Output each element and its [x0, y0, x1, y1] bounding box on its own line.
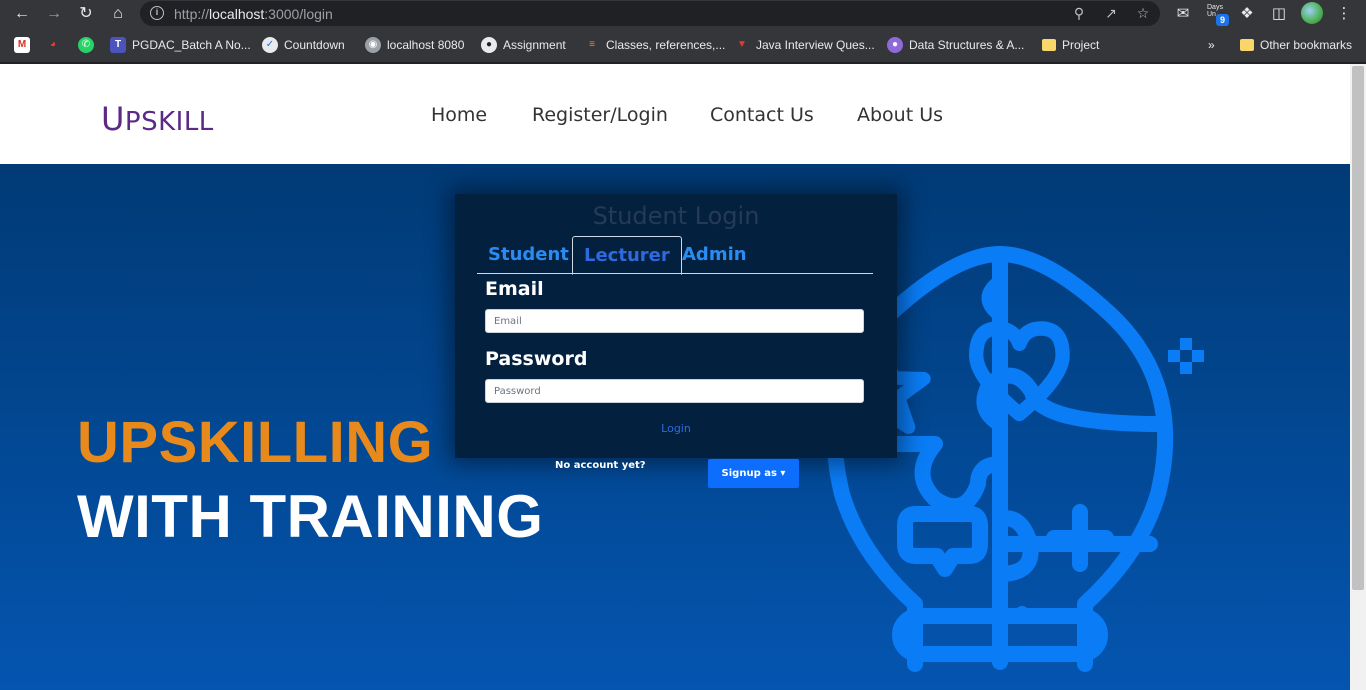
- teams-icon: T: [110, 37, 126, 53]
- bookmark-pgdac[interactable]: T PGDAC_Batch A No...: [110, 36, 251, 54]
- bookmark-speed[interactable]: ◕: [45, 36, 61, 54]
- nav-home[interactable]: Home: [431, 104, 487, 126]
- nav-register-login[interactable]: Register/Login: [532, 104, 668, 126]
- days-badge: 9: [1216, 14, 1229, 26]
- password-field[interactable]: [485, 379, 864, 403]
- bookmark-assignment[interactable]: ● Assignment: [481, 36, 566, 54]
- site-navbar: UPSKILL Home Register/Login Contact Us A…: [0, 64, 1350, 164]
- address-bar[interactable]: i http://localhost:3000/login ⚲ ↗ ☆: [140, 1, 1160, 26]
- java-icon: ▼: [734, 37, 750, 53]
- email-label: Email: [485, 278, 544, 300]
- site-info-icon[interactable]: i: [150, 6, 164, 20]
- bookmarks-bar: M ◕ ✆ T PGDAC_Batch A No... ✓ Countdown ◉ l…: [0, 28, 1366, 63]
- bookmark-star-icon[interactable]: ☆: [1134, 4, 1152, 22]
- login-card: Student Login Student Lecturer Admin Ema…: [455, 194, 897, 458]
- scrollbar-thumb[interactable]: [1352, 66, 1364, 590]
- bookmark-other[interactable]: Other bookmarks: [1240, 36, 1352, 54]
- extensions-puzzle-icon[interactable]: ❖: [1236, 3, 1258, 25]
- gmail-icon: M: [14, 37, 30, 53]
- no-account-text: No account yet?: [555, 460, 646, 471]
- page-scrollbar[interactable]: [1350, 64, 1366, 690]
- folder-icon: [1240, 39, 1254, 51]
- bookmark-project[interactable]: Project: [1042, 36, 1099, 54]
- bookmark-classes[interactable]: ≡ Classes, references,...: [584, 36, 725, 54]
- menu-kebab-icon[interactable]: ⋮: [1333, 3, 1355, 25]
- profile-avatar[interactable]: [1301, 2, 1323, 24]
- side-panel-icon[interactable]: ◫: [1268, 3, 1290, 25]
- mail-extension-icon[interactable]: ✉: [1172, 3, 1194, 25]
- nav-contact-us[interactable]: Contact Us: [710, 104, 814, 126]
- speedometer-icon: ◕: [45, 37, 61, 53]
- hero-title-with-training: WITH TRAINING: [77, 483, 544, 550]
- bookmark-localhost[interactable]: ◉ localhost 8080: [365, 36, 464, 54]
- bookmarks-overflow-button[interactable]: »: [1208, 36, 1215, 54]
- hero-section: UPSKILLING WITH TRAINING Student Login S…: [0, 164, 1350, 690]
- login-title: Student Login: [592, 202, 760, 230]
- zoom-icon[interactable]: ⚲: [1070, 4, 1088, 22]
- caret-down-icon: ▾: [780, 468, 786, 479]
- forward-icon[interactable]: →: [42, 2, 66, 26]
- url-text[interactable]: http://localhost:3000/login: [174, 6, 333, 22]
- nav-about-us[interactable]: About Us: [857, 104, 943, 126]
- days-until-extension-icon[interactable]: Days Un 9: [1206, 3, 1229, 26]
- tab-student[interactable]: Student: [477, 236, 580, 274]
- bookmark-java[interactable]: ▼ Java Interview Ques...: [734, 36, 875, 54]
- countdown-icon: ✓: [262, 37, 278, 53]
- browser-toolbar: ← → ↻ ⌂ i http://localhost:3000/login ⚲ …: [0, 0, 1366, 28]
- share-icon[interactable]: ↗: [1102, 4, 1120, 22]
- login-role-tabs: Student Lecturer Admin: [477, 236, 873, 275]
- brand-logo[interactable]: UPSKILL: [101, 100, 214, 138]
- bookmark-whatsapp[interactable]: ✆: [78, 36, 94, 54]
- tab-admin[interactable]: Admin: [671, 236, 758, 274]
- bookmark-ds[interactable]: ● Data Structures & A...: [887, 36, 1024, 54]
- hero-title-upskilling: UPSKILLING: [77, 410, 434, 475]
- ds-icon: ●: [887, 37, 903, 53]
- signup-as-dropdown-button[interactable]: Signup as ▾: [708, 459, 799, 488]
- password-label: Password: [485, 348, 588, 370]
- whatsapp-icon: ✆: [78, 37, 94, 53]
- email-field[interactable]: [485, 309, 864, 333]
- tab-lecturer[interactable]: Lecturer: [572, 236, 682, 275]
- reload-icon[interactable]: ↻: [74, 2, 98, 26]
- bookmark-gmail[interactable]: M: [14, 36, 30, 54]
- back-icon[interactable]: ←: [10, 2, 34, 26]
- login-button[interactable]: Login: [455, 422, 897, 435]
- globe-icon: ◉: [365, 37, 381, 53]
- stackoverflow-icon: ≡: [584, 37, 600, 53]
- home-icon[interactable]: ⌂: [106, 2, 130, 26]
- github-icon: ●: [481, 37, 497, 53]
- bookmark-countdown[interactable]: ✓ Countdown: [262, 36, 345, 54]
- web-page: UPSKILL Home Register/Login Contact Us A…: [0, 64, 1350, 690]
- folder-icon: [1042, 39, 1056, 51]
